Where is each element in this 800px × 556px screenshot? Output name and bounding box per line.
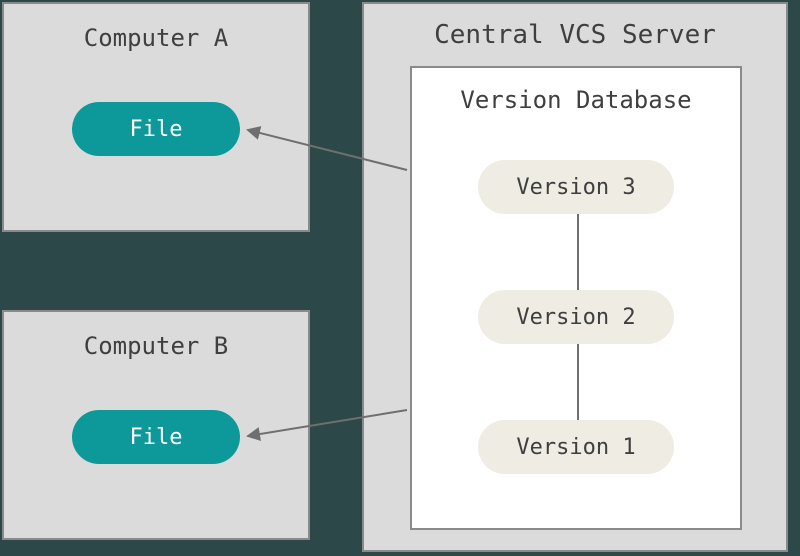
version-database-box: Version Database Version 3 Version 2 Ver… [410, 66, 742, 530]
computer-a-box: Computer A File [2, 2, 310, 232]
computer-b-title: Computer B [4, 332, 308, 360]
version-connector-icon [412, 68, 740, 528]
computer-b-file-label: File [130, 425, 183, 450]
computer-a-file-label: File [130, 117, 183, 142]
server-title: Central VCS Server [364, 20, 786, 50]
computer-b-box: Computer B File [2, 310, 310, 540]
computer-a-file-pill: File [72, 102, 240, 156]
computer-b-file-pill: File [72, 410, 240, 464]
server-box: Central VCS Server Version Database Vers… [362, 2, 788, 552]
diagram-canvas: Computer A File Computer B File Central … [0, 0, 800, 556]
computer-a-title: Computer A [4, 24, 308, 52]
